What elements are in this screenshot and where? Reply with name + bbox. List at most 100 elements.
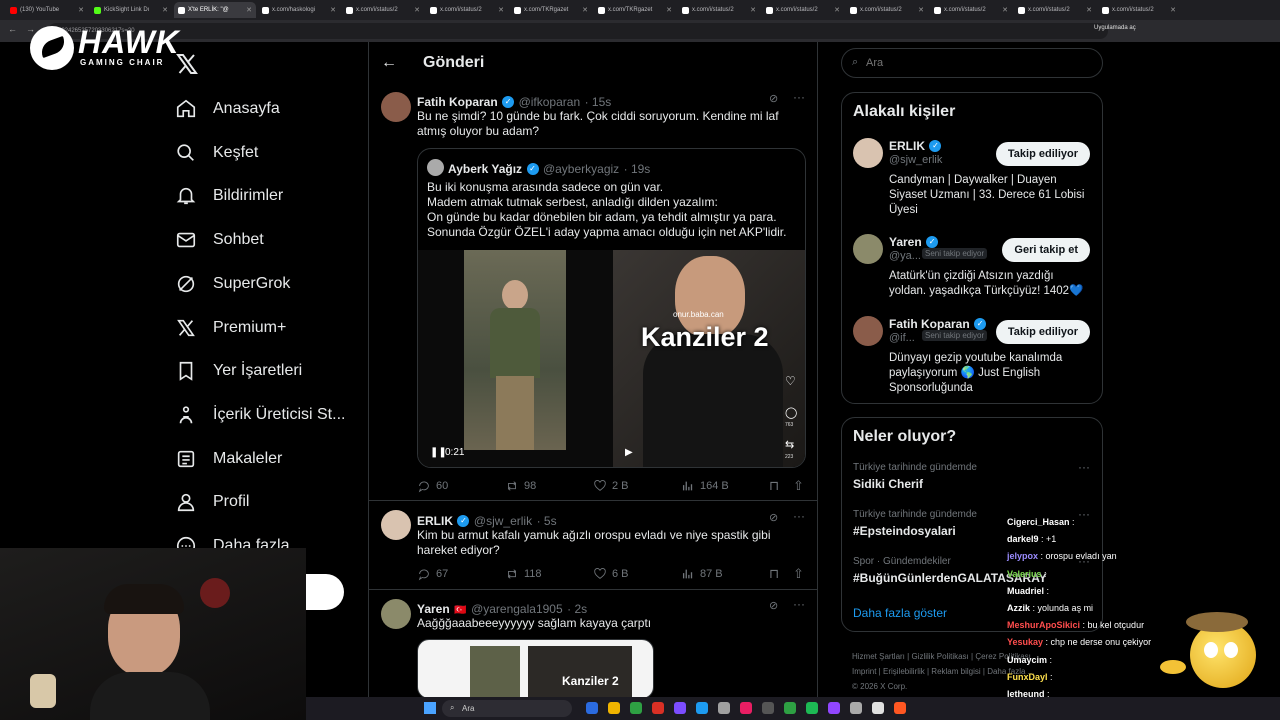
url-field[interactable]: 2024265257203306217s=20 xyxy=(48,23,1108,39)
browser-tab[interactable]: x.com/i/status/2 ✕ xyxy=(846,2,928,18)
taskbar-app-icon[interactable] xyxy=(850,702,862,714)
avatar[interactable] xyxy=(381,92,411,122)
like-button[interactable]: 2 B xyxy=(593,479,629,493)
taskbar-app-icon[interactable] xyxy=(872,702,884,714)
more-icon[interactable]: ··· xyxy=(793,509,805,523)
footer-link[interactable]: Reklam bilgisi xyxy=(931,667,980,676)
more-icon[interactable]: ··· xyxy=(1078,460,1090,474)
nav-item[interactable]: SuperGrok xyxy=(175,268,290,300)
repost-button[interactable]: 98 xyxy=(505,479,536,493)
quoted-tweet[interactable]: Ayberk Yağız ✓ @ayberkyagiz · 19s Bu iki… xyxy=(417,148,806,468)
x-logo-icon[interactable] xyxy=(175,52,199,76)
windows-icon[interactable] xyxy=(424,702,436,714)
follow-button[interactable]: Takip ediliyor xyxy=(995,320,1090,344)
nav-item[interactable]: Keşfet xyxy=(175,137,258,169)
browser-tab[interactable]: x.com/i/status/2 ✕ xyxy=(1014,2,1096,18)
repost-button[interactable]: 118 xyxy=(505,567,542,581)
taskbar-app-icon[interactable] xyxy=(696,702,708,714)
reply-button[interactable]: 60 xyxy=(417,479,448,493)
grok-icon[interactable]: ⊘ xyxy=(769,599,778,612)
grok-icon[interactable]: ⊘ xyxy=(769,92,778,105)
taskbar-app-icon[interactable] xyxy=(828,702,840,714)
close-icon[interactable]: ✕ xyxy=(834,6,840,14)
author-name[interactable]: ERLIK xyxy=(417,514,453,528)
close-icon[interactable]: ✕ xyxy=(750,6,756,14)
play-icon[interactable]: ▶ xyxy=(625,447,633,458)
browser-tab[interactable]: KickSight Link Dı ✕ xyxy=(90,2,172,18)
person-name[interactable]: Fatih Koparan xyxy=(889,317,970,331)
tweet-time[interactable]: · 15s xyxy=(585,95,612,109)
close-icon[interactable]: ✕ xyxy=(330,6,336,14)
browser-tab[interactable]: x.com/i/status/2 ✕ xyxy=(678,2,760,18)
taskbar-app-icon[interactable] xyxy=(806,702,818,714)
taskbar-app-icon[interactable] xyxy=(674,702,686,714)
share-icon[interactable]: ⇧ xyxy=(793,566,804,582)
close-icon[interactable]: ✕ xyxy=(498,6,504,14)
more-icon[interactable]: ··· xyxy=(793,597,805,611)
person-handle[interactable]: @sjw_erlik xyxy=(889,154,942,166)
close-icon[interactable]: ✕ xyxy=(666,6,672,14)
close-icon[interactable]: ✕ xyxy=(414,6,420,14)
footer-link[interactable]: Hizmet Şartları xyxy=(852,652,905,661)
taskbar-app-icon[interactable] xyxy=(608,702,620,714)
taskbar-app-icon[interactable] xyxy=(652,702,664,714)
person-name[interactable]: ERLIK xyxy=(889,139,925,153)
avatar[interactable] xyxy=(381,599,411,629)
close-icon[interactable]: ✕ xyxy=(1002,6,1008,14)
browser-tab[interactable]: X'te ERLİK: "@ ✕ xyxy=(174,2,256,18)
close-icon[interactable]: ✕ xyxy=(582,6,588,14)
taskbar-app-icon[interactable] xyxy=(762,702,774,714)
person-name[interactable]: Yaren xyxy=(889,235,922,249)
taskbar-app-icon[interactable] xyxy=(784,702,796,714)
reply-button[interactable]: 67 xyxy=(417,567,448,581)
open-in-app-button[interactable]: Uygulamada aç xyxy=(1094,25,1136,31)
close-icon[interactable]: ✕ xyxy=(1170,6,1176,14)
more-icon[interactable]: ··· xyxy=(793,90,805,104)
footer-link[interactable]: Erişilebilirlik xyxy=(883,667,925,676)
nav-item[interactable]: Makaleler xyxy=(175,443,282,475)
grok-icon[interactable]: ⊘ xyxy=(769,511,778,524)
author-handle[interactable]: @ifkoparan xyxy=(519,95,581,109)
tweet-time[interactable]: · 2s xyxy=(567,602,587,616)
author-handle[interactable]: @yarengala1905 xyxy=(471,602,563,616)
views-button[interactable]: 87 B xyxy=(681,567,723,581)
browser-tab[interactable]: x.com/haskologi ✕ xyxy=(258,2,340,18)
close-icon[interactable]: ✕ xyxy=(246,6,252,14)
browser-tab[interactable]: x.com/TKRgazet ✕ xyxy=(594,2,676,18)
search-input[interactable] xyxy=(866,55,1066,71)
nav-item[interactable]: Bildirimler xyxy=(175,180,283,212)
follow-button[interactable]: Takip ediliyor xyxy=(995,142,1090,166)
follow-button[interactable]: Geri takip et xyxy=(1002,238,1090,262)
close-icon[interactable]: ✕ xyxy=(1086,6,1092,14)
browser-tab[interactable]: x.com/i/status/2 ✕ xyxy=(342,2,424,18)
person-handle[interactable]: @ya... xyxy=(889,250,921,262)
browser-tab[interactable]: x.com/i/status/2 ✕ xyxy=(930,2,1012,18)
back-arrow-icon[interactable]: ← xyxy=(381,54,397,72)
close-icon[interactable]: ✕ xyxy=(918,6,924,14)
tweet-time[interactable]: · 5s xyxy=(537,514,557,528)
close-icon[interactable]: ✕ xyxy=(162,6,168,14)
browser-tab[interactable]: (130) YouTube ✕ xyxy=(6,2,88,18)
like-button[interactable]: 6 B xyxy=(593,567,629,581)
nav-item[interactable]: Profil xyxy=(175,486,249,518)
nav-item[interactable]: İçerik Üreticisi St... xyxy=(175,399,345,431)
close-icon[interactable]: ✕ xyxy=(78,6,84,14)
nav-item[interactable]: Yer İşaretleri xyxy=(175,355,302,387)
author-name[interactable]: Fatih Koparan xyxy=(417,95,498,109)
avatar[interactable] xyxy=(381,510,411,540)
person-handle[interactable]: @if... xyxy=(889,332,915,344)
video-player[interactable]: onur.baba.can Kanziler 2 ♡ ◯ 763 ⇆ 223 ❚… xyxy=(418,250,805,467)
taskbar-app-icon[interactable] xyxy=(718,702,730,714)
browser-tab[interactable]: x.com/i/status/2 ✕ xyxy=(426,2,508,18)
nav-item[interactable]: Premium+ xyxy=(175,312,286,344)
taskbar-search[interactable]: ⌕ Ara xyxy=(442,700,572,717)
avatar[interactable] xyxy=(853,316,883,346)
reply-media[interactable]: Kanziler 2 xyxy=(417,639,654,699)
nav-item[interactable]: Sohbet xyxy=(175,224,264,256)
nav-item[interactable]: Anasayfa xyxy=(175,93,280,125)
author-name[interactable]: Yaren xyxy=(417,602,450,616)
taskbar-app-icon[interactable] xyxy=(586,702,598,714)
more-icon[interactable]: ··· xyxy=(1078,507,1090,521)
views-button[interactable]: 164 B xyxy=(681,479,729,493)
browser-tab[interactable]: x.com/i/status/2 ✕ xyxy=(762,2,844,18)
